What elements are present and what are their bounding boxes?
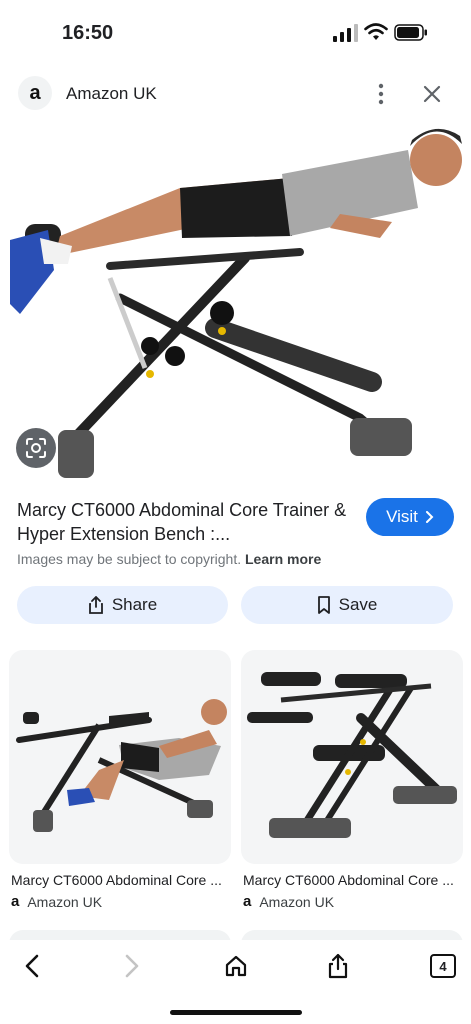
share-icon [328,953,348,979]
related-image-2[interactable] [241,650,463,864]
source-name[interactable]: Amazon UK [66,84,157,104]
related-source-2: a Amazon UK [243,893,334,910]
forward-arrow-icon [125,954,139,978]
copyright-notice: Images may be subject to copyright. Lear… [17,551,321,567]
home-icon [225,955,247,977]
source-header: a Amazon UK [0,70,471,118]
lens-icon [26,438,46,458]
related-image-1[interactable] [9,650,231,864]
visit-button[interactable]: Visit [366,498,454,536]
more-options-icon[interactable] [372,82,390,106]
forward-button[interactable] [116,950,148,982]
share-page-button[interactable] [322,950,354,982]
visit-label: Visit [386,507,418,526]
related-source-name-1: Amazon UK [27,893,103,910]
result-title[interactable]: Marcy CT6000 Abdominal Core Trainer & Hy… [17,498,352,546]
related-source-1: a Amazon UK [11,893,102,910]
amazon-logo-letter: a [29,82,41,104]
cellular-signal-icon [333,24,358,42]
copyright-text: Images may be subject to copyright. [17,551,242,567]
share-button[interactable]: Share [17,586,228,624]
amazon-logo-icon[interactable]: a [18,76,52,110]
related-source-name-2: Amazon UK [259,893,335,910]
tab-switcher-button[interactable]: 4 [430,954,456,978]
home-indicator [170,1010,302,1015]
back-arrow-icon [25,954,39,978]
home-button[interactable] [220,950,252,982]
learn-more-link[interactable]: Learn more [245,551,321,567]
amazon-logo-icon: a [243,893,252,910]
product-image[interactable] [0,118,471,488]
status-bar: 16:50 [0,0,471,62]
back-button[interactable] [16,950,48,982]
save-label: Save [338,595,378,614]
related-title-2[interactable]: Marcy CT6000 Abdominal Core ... [243,872,454,888]
chevron-right-icon [425,511,434,523]
related-title-1[interactable]: Marcy CT6000 Abdominal Core ... [11,872,222,888]
lens-search-icon[interactable] [16,428,56,468]
bookmark-icon [317,596,330,614]
share-label: Share [111,595,158,614]
share-icon [88,596,103,614]
status-time: 16:50 [62,22,114,44]
save-button[interactable]: Save [241,586,453,624]
wifi-icon [364,23,388,40]
battery-icon [394,24,427,41]
close-icon[interactable] [420,82,444,106]
amazon-logo-icon: a [11,893,20,910]
